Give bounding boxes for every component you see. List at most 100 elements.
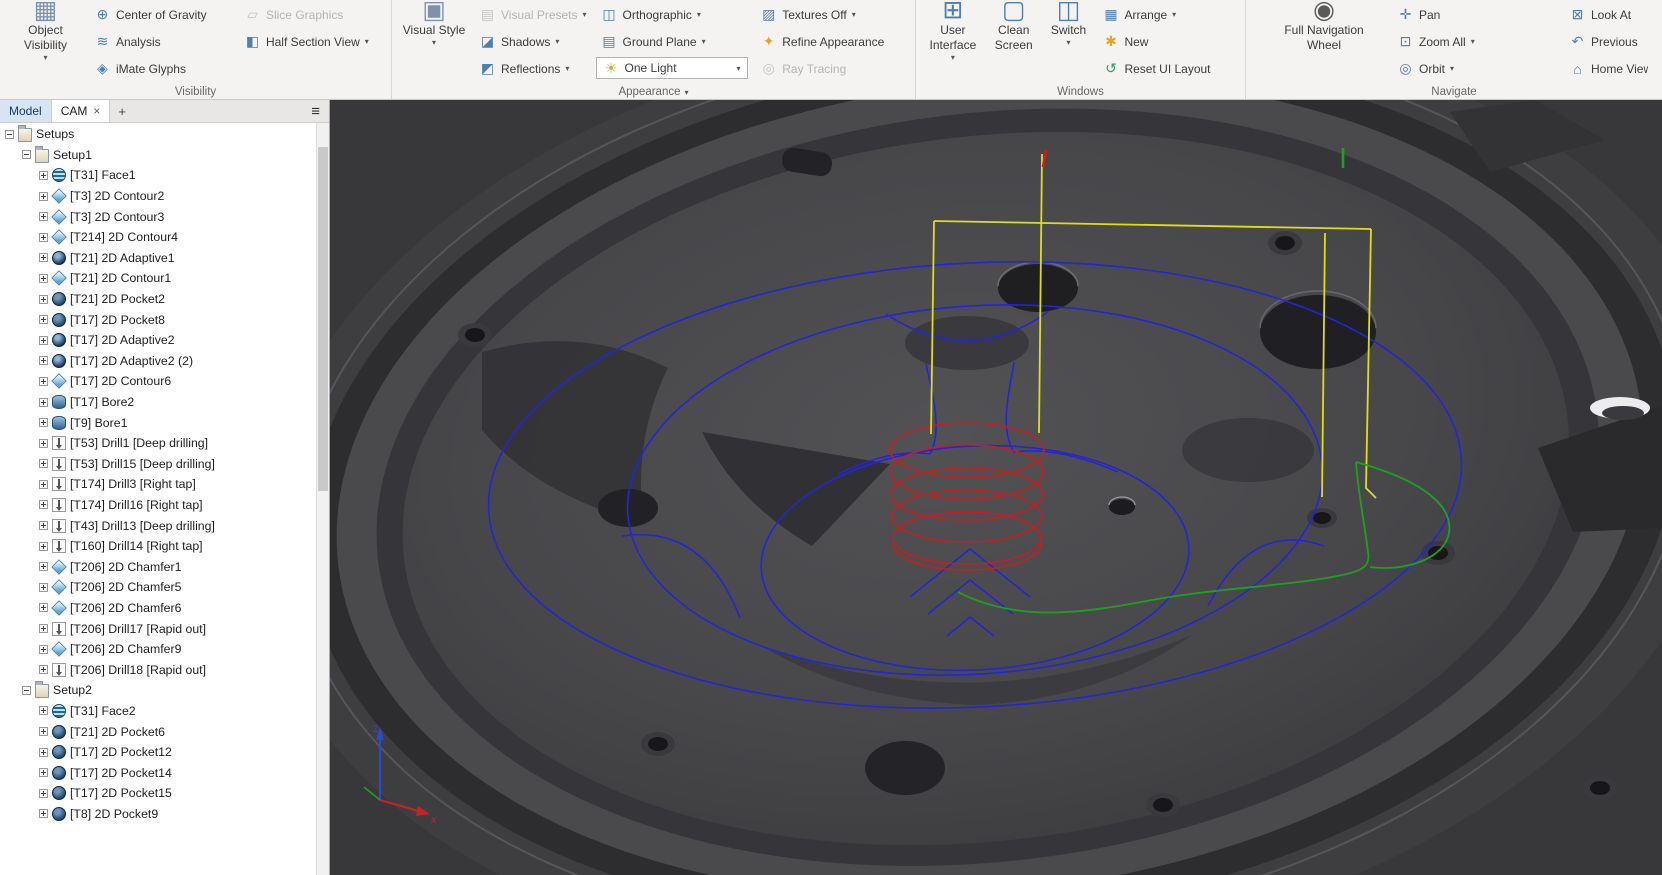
tree-item[interactable]: [T21] 2D Adaptive1 bbox=[0, 248, 316, 269]
tree-item-label[interactable]: [T160] Drill14 [Right tap] bbox=[70, 539, 203, 553]
tree-item[interactable]: [T174] Drill16 [Right tap] bbox=[0, 495, 316, 516]
full-navigation-wheel-button[interactable]: ◉ Full Navigation Wheel bbox=[1276, 0, 1372, 53]
tab-model[interactable]: Model bbox=[0, 100, 52, 122]
tree-item-label[interactable]: [T206] 2D Chamfer5 bbox=[70, 580, 181, 594]
tree-item[interactable]: [T174] Drill3 [Right tap] bbox=[0, 474, 316, 495]
expand-toggle-icon[interactable] bbox=[39, 253, 48, 263]
tree-item-label[interactable]: Setup1 bbox=[53, 148, 92, 162]
expand-toggle-icon[interactable] bbox=[39, 232, 48, 242]
add-tab-button[interactable]: + bbox=[110, 100, 134, 122]
expand-toggle-icon[interactable] bbox=[39, 459, 48, 469]
tree-item-label[interactable]: [T206] 2D Chamfer6 bbox=[70, 601, 181, 615]
navigate-group-label[interactable]: Navigate bbox=[1246, 86, 1662, 98]
tree-item[interactable]: [T53] Drill1 [Deep drilling] bbox=[0, 433, 316, 454]
tree-item[interactable]: [T17] 2D Pocket8 bbox=[0, 309, 316, 330]
tab-cam[interactable]: CAM × bbox=[51, 100, 111, 122]
expand-toggle-icon[interactable] bbox=[39, 273, 48, 283]
tree-item-label[interactable]: [T214] 2D Contour4 bbox=[70, 230, 178, 244]
tree-item-label[interactable]: [T17] Bore2 bbox=[70, 395, 134, 409]
orbit-button[interactable]: ◎ Orbit ▾ bbox=[1392, 55, 1508, 82]
tree-item[interactable]: [T43] Drill13 [Deep drilling] bbox=[0, 515, 316, 536]
browser-menu-icon[interactable]: ≡ bbox=[302, 100, 329, 122]
user-interface-button[interactable]: ⊞ User Interface ▾ bbox=[922, 0, 984, 62]
tree-item[interactable]: [T206] Drill17 [Rapid out] bbox=[0, 618, 316, 639]
expand-toggle-icon[interactable] bbox=[39, 747, 48, 757]
tree-item[interactable]: [T9] Bore1 bbox=[0, 412, 316, 433]
tree-item[interactable]: [T214] 2D Contour4 bbox=[0, 227, 316, 248]
tree-item[interactable]: [T21] 2D Pocket2 bbox=[0, 289, 316, 310]
tree-item-label[interactable]: [T174] Drill3 [Right tap] bbox=[70, 477, 196, 491]
collapse-toggle-icon[interactable] bbox=[22, 685, 31, 695]
expand-toggle-icon[interactable] bbox=[39, 562, 48, 572]
expand-toggle-icon[interactable] bbox=[39, 624, 48, 634]
tree-item-label[interactable]: [T17] 2D Pocket15 bbox=[70, 786, 172, 800]
tree-item-label[interactable]: [T174] Drill16 [Right tap] bbox=[70, 498, 203, 512]
tree-item-label[interactable]: [T17] 2D Adaptive2 bbox=[70, 333, 175, 347]
new-window-button[interactable]: ✱ New bbox=[1097, 28, 1239, 55]
close-tab-icon[interactable]: × bbox=[93, 104, 100, 118]
expand-toggle-icon[interactable] bbox=[39, 356, 48, 366]
tree-item-label[interactable]: [T21] 2D Pocket6 bbox=[70, 725, 165, 739]
orthographic-button[interactable]: ◫ Orthographic ▾ bbox=[596, 1, 752, 28]
reset-ui-layout-button[interactable]: ↺ Reset UI Layout bbox=[1097, 55, 1239, 82]
expand-toggle-icon[interactable] bbox=[39, 809, 48, 819]
viewport-canvas[interactable]: Z x bbox=[330, 100, 1662, 875]
tree-item-label[interactable]: [T21] 2D Contour1 bbox=[70, 271, 171, 285]
expand-toggle-icon[interactable] bbox=[39, 500, 48, 510]
tree-item[interactable]: [T160] Drill14 [Right tap] bbox=[0, 536, 316, 557]
tree-item-label[interactable]: [T17] 2D Pocket8 bbox=[70, 313, 165, 327]
expand-toggle-icon[interactable] bbox=[39, 479, 48, 489]
imate-glyphs-button[interactable]: ◈ iMate Glyphs bbox=[89, 55, 235, 82]
tree-item-label[interactable]: [T31] Face2 bbox=[70, 704, 136, 718]
tree-item-label[interactable]: [T206] 2D Chamfer9 bbox=[70, 642, 181, 656]
object-visibility-button[interactable]: ▦ Object Visibility ▾ bbox=[6, 0, 85, 62]
tree-item[interactable]: [T206] 2D Chamfer6 bbox=[0, 598, 316, 619]
tree-item-label[interactable]: [T206] Drill18 [Rapid out] bbox=[70, 663, 206, 677]
tree-item-label[interactable]: [T17] 2D Adaptive2 (2) bbox=[70, 354, 193, 368]
tree-item[interactable]: [T8] 2D Pocket9 bbox=[0, 804, 316, 825]
windows-group-label[interactable]: Windows bbox=[916, 86, 1245, 98]
tree-item-label[interactable]: [T9] Bore1 bbox=[70, 416, 127, 430]
tree-item[interactable]: [T21] 2D Contour1 bbox=[0, 268, 316, 289]
browser-scrollbar[interactable] bbox=[316, 123, 329, 875]
tree-item-label[interactable]: [T3] 2D Contour2 bbox=[70, 189, 164, 203]
expand-toggle-icon[interactable] bbox=[39, 521, 48, 531]
expand-toggle-icon[interactable] bbox=[39, 706, 48, 716]
ground-plane-button[interactable]: ▤ Ground Plane ▾ bbox=[596, 28, 752, 55]
tree-item-label[interactable]: [T206] Drill17 [Rapid out] bbox=[70, 622, 206, 636]
tree-item-label[interactable]: [T31] Face1 bbox=[70, 168, 136, 182]
tree-item[interactable]: [T17] 2D Pocket14 bbox=[0, 762, 316, 783]
zoom-all-button[interactable]: ⊡ Zoom All ▾ bbox=[1392, 28, 1508, 55]
expand-toggle-icon[interactable] bbox=[39, 727, 48, 737]
reflections-button[interactable]: ◩ Reflections ▾ bbox=[474, 55, 592, 82]
tree-item[interactable]: [T206] 2D Chamfer1 bbox=[0, 556, 316, 577]
appearance-group-label[interactable]: Appearance ▾ bbox=[392, 86, 915, 98]
refine-appearance-button[interactable]: ✦ Refine Appearance bbox=[755, 28, 909, 55]
look-at-button[interactable]: ⊠ Look At bbox=[1564, 1, 1660, 28]
tree-item[interactable]: Setup2 bbox=[0, 680, 316, 701]
pan-button[interactable]: ✛ Pan bbox=[1392, 1, 1508, 28]
collapse-toggle-icon[interactable] bbox=[22, 150, 31, 160]
center-of-gravity-button[interactable]: ⊕ Center of Gravity bbox=[89, 1, 235, 28]
tree-item[interactable]: [T31] Face2 bbox=[0, 701, 316, 722]
tree-item[interactable]: [T206] 2D Chamfer9 bbox=[0, 639, 316, 660]
switch-button[interactable]: ◫ Switch ▾ bbox=[1044, 0, 1094, 47]
tree-item-label[interactable]: [T206] 2D Chamfer1 bbox=[70, 560, 181, 574]
tree-item[interactable]: [T17] Bore2 bbox=[0, 392, 316, 413]
expand-toggle-icon[interactable] bbox=[39, 768, 48, 778]
tree-item-label[interactable]: [T3] 2D Contour3 bbox=[70, 210, 164, 224]
tree-item-label[interactable]: [T21] 2D Pocket2 bbox=[70, 292, 165, 306]
visibility-group-label[interactable]: Visibility bbox=[0, 86, 391, 98]
tree-item[interactable]: Setup1 bbox=[0, 145, 316, 166]
expand-toggle-icon[interactable] bbox=[39, 541, 48, 551]
tree-item-label[interactable]: [T8] 2D Pocket9 bbox=[70, 807, 158, 821]
tree-item[interactable]: [T3] 2D Contour3 bbox=[0, 206, 316, 227]
tree-item-label[interactable]: [T53] Drill15 [Deep drilling] bbox=[70, 457, 215, 471]
tree-item[interactable]: [T3] 2D Contour2 bbox=[0, 186, 316, 207]
textures-off-button[interactable]: ▨ Textures Off ▾ bbox=[755, 1, 909, 28]
expand-toggle-icon[interactable] bbox=[39, 582, 48, 592]
scrollbar-thumb[interactable] bbox=[318, 147, 328, 491]
tree-item[interactable]: [T21] 2D Pocket6 bbox=[0, 721, 316, 742]
shadows-button[interactable]: ◪ Shadows ▾ bbox=[474, 28, 592, 55]
tree-item[interactable]: [T206] 2D Chamfer5 bbox=[0, 577, 316, 598]
